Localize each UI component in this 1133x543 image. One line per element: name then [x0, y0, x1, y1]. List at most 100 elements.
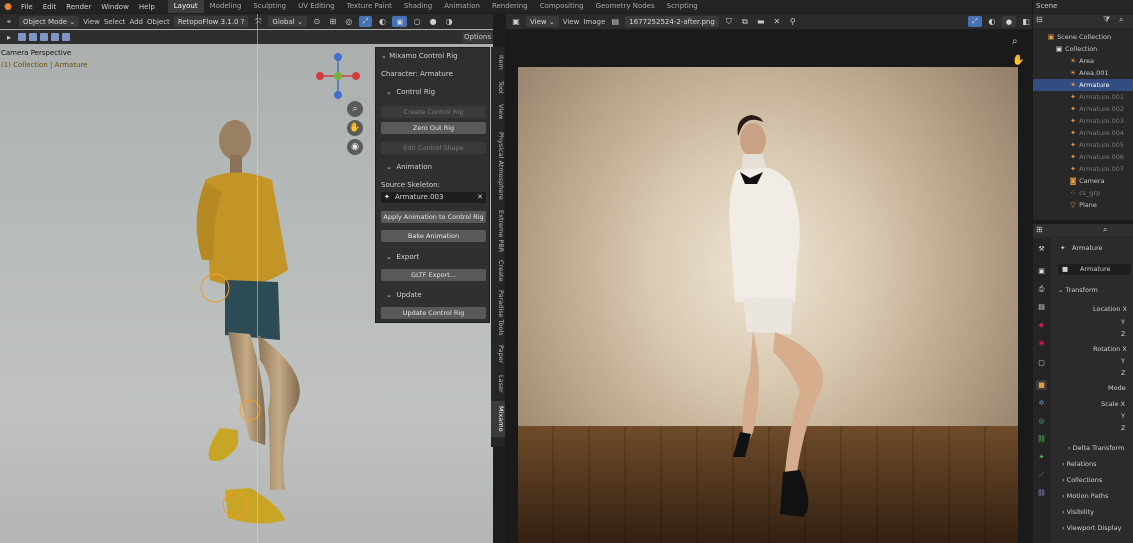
- bone-tab-icon[interactable]: ⟋: [1036, 470, 1047, 480]
- outliner-properties-divider[interactable]: [1033, 221, 1133, 224]
- snap-icon[interactable]: ⊞: [327, 16, 339, 27]
- scene-selector[interactable]: Scene: [1033, 0, 1133, 13]
- outliner-item-armature-001[interactable]: ✦ Armature.001: [1033, 91, 1133, 103]
- collection-tab-icon[interactable]: ▢: [1036, 358, 1047, 368]
- properties-search-icon[interactable]: ⌕: [1103, 225, 1107, 235]
- shading-wire-icon[interactable]: ○: [411, 16, 423, 27]
- menu-help[interactable]: Help: [134, 3, 160, 11]
- tab-view[interactable]: View: [491, 101, 505, 123]
- outliner-item-armature-002[interactable]: ✦ Armature.002: [1033, 103, 1133, 115]
- retopoflow-menu[interactable]: RetopoFlow 3.1.0 ?: [173, 16, 249, 27]
- properties-editor-icon[interactable]: ⊞: [1036, 225, 1043, 234]
- select-invert-mode-icon[interactable]: [51, 33, 59, 41]
- tab-paradise-tools[interactable]: Paradise Tools: [491, 289, 505, 337]
- render-tab-icon[interactable]: ▣: [1036, 266, 1047, 276]
- zero-out-rig-button[interactable]: Zero Out Rig: [381, 122, 486, 134]
- new-image-icon[interactable]: ⧉: [739, 16, 751, 27]
- bone-constraint-tab-icon[interactable]: ⛓: [1036, 488, 1047, 498]
- outliner-search-icon[interactable]: ⌕: [1119, 15, 1123, 25]
- collections-section[interactable]: › Collections: [1062, 476, 1102, 484]
- update-section[interactable]: ⌄ Update: [386, 291, 422, 299]
- outliner-item-camera[interactable]: ◙ Camera: [1033, 175, 1133, 187]
- create-control-rig-button[interactable]: Create Control Rig: [381, 106, 486, 118]
- bake-animation-button[interactable]: Bake Animation: [381, 230, 486, 242]
- zoom-icon[interactable]: ⌕: [347, 101, 363, 117]
- workspace-tab-layout[interactable]: Layout: [167, 0, 204, 13]
- outliner-item-armature-007[interactable]: ✦ Armature.007: [1033, 163, 1133, 175]
- delta-transform-section[interactable]: › Delta Transform: [1068, 444, 1124, 452]
- gltf-export-button[interactable]: GLTF Export...: [381, 269, 486, 281]
- tab-tool[interactable]: Tool: [491, 77, 505, 97]
- constraints-tab-icon[interactable]: ⛓: [1036, 434, 1047, 444]
- outliner-item-armature-003[interactable]: ✦ Armature.003: [1033, 115, 1133, 127]
- sidebar-toggle-icon[interactable]: ◧: [1020, 16, 1032, 27]
- tab-paper[interactable]: Paper: [491, 341, 505, 367]
- outliner-editor-icon[interactable]: ⊟: [1036, 15, 1043, 24]
- overlay-icon[interactable]: ◐: [376, 16, 388, 27]
- select-extend-mode-icon[interactable]: [29, 33, 37, 41]
- tab-laser[interactable]: Laser: [491, 371, 505, 397]
- menu-file[interactable]: File: [16, 3, 38, 11]
- outliner-item-area-001[interactable]: ☀ Area.001: [1033, 67, 1133, 79]
- display-channels-icon[interactable]: ●: [1001, 16, 1016, 27]
- image-browse-icon[interactable]: ▤: [609, 16, 621, 27]
- proportional-edit-icon[interactable]: ◎: [343, 16, 355, 27]
- world-tab-icon[interactable]: ◉: [1036, 338, 1047, 348]
- select-intersect-mode-icon[interactable]: [62, 33, 70, 41]
- show-gizmo-icon[interactable]: ⤢: [358, 16, 373, 27]
- tab-item[interactable]: Item: [491, 51, 505, 73]
- shading-solid-icon[interactable]: ●: [427, 16, 439, 27]
- workspace-tab-geometry-nodes[interactable]: Geometry Nodes: [590, 0, 661, 13]
- edit-control-shape-button[interactable]: Edit Control Shape: [381, 142, 486, 154]
- options-button[interactable]: Options: [462, 32, 493, 43]
- outliner-item-armature-006[interactable]: ✦ Armature.006: [1033, 151, 1133, 163]
- visibility-section[interactable]: › Visibility: [1062, 508, 1094, 516]
- menu-view[interactable]: View: [83, 18, 100, 26]
- object-name-field[interactable]: ■ Armature: [1058, 264, 1131, 275]
- workspace-tab-compositing[interactable]: Compositing: [534, 0, 590, 13]
- menu-select[interactable]: Select: [104, 18, 126, 26]
- select-tool-icon[interactable]: ▸: [3, 32, 15, 43]
- view-mode-dropdown[interactable]: View ⌄: [526, 16, 559, 27]
- blender-logo-icon[interactable]: ●: [0, 0, 16, 13]
- open-folder-icon[interactable]: ▬: [755, 16, 767, 27]
- image-menu-image[interactable]: Image: [583, 18, 605, 26]
- tab-extreme-pbr[interactable]: Extreme PBR: [491, 209, 505, 253]
- menu-add[interactable]: Add: [129, 18, 143, 26]
- xray-toggle-icon[interactable]: ▣: [392, 16, 408, 27]
- image-gizmo-icon[interactable]: ⤢: [968, 16, 982, 27]
- relations-section[interactable]: › Relations: [1062, 460, 1097, 468]
- workspace-tab-scripting[interactable]: Scripting: [661, 0, 704, 13]
- output-tab-icon[interactable]: ⎙: [1036, 284, 1047, 294]
- select-subtract-mode-icon[interactable]: [40, 33, 48, 41]
- menu-window[interactable]: Window: [96, 3, 134, 11]
- motion-paths-section[interactable]: › Motion Paths: [1062, 492, 1108, 500]
- editor-type-icon[interactable]: ⌖: [3, 16, 15, 27]
- animation-section[interactable]: ⌄ Animation: [386, 163, 432, 171]
- view-layer-tab-icon[interactable]: ▤: [1036, 302, 1047, 312]
- pan-hand-icon[interactable]: ✋: [347, 120, 363, 136]
- tab-physical-atmosphere[interactable]: Physical Atmosphere: [491, 127, 505, 205]
- outliner-item-area[interactable]: ☀ Area: [1033, 55, 1133, 67]
- clear-field-icon[interactable]: ✕: [477, 192, 483, 203]
- scene-tab-icon[interactable]: ◆: [1036, 320, 1047, 330]
- outliner-item-plane[interactable]: ▽ Plane: [1033, 199, 1133, 211]
- outliner-item-collection[interactable]: ▣ Collection: [1033, 43, 1133, 55]
- data-tab-icon[interactable]: ✦: [1036, 452, 1047, 462]
- image-editor-type-icon[interactable]: ▣: [510, 16, 522, 27]
- export-section[interactable]: ⌄ Export: [386, 253, 419, 261]
- transform-orientation-icon[interactable]: ⤧: [252, 16, 264, 27]
- outliner-item-scene-collection[interactable]: ▣ Scene Collection: [1033, 31, 1133, 43]
- workspace-tab-modeling[interactable]: Modeling: [204, 0, 248, 13]
- object-tab-icon[interactable]: ■: [1036, 380, 1047, 390]
- menu-render[interactable]: Render: [61, 3, 96, 11]
- outliner-item-armature-005[interactable]: ✦ Armature.005: [1033, 139, 1133, 151]
- workspace-tab-uv-editing[interactable]: UV Editing: [292, 0, 341, 13]
- outliner-item-armature-004[interactable]: ✦ Armature.004: [1033, 127, 1133, 139]
- tab-create[interactable]: Create: [491, 257, 505, 285]
- workspace-tab-rendering[interactable]: Rendering: [486, 0, 534, 13]
- workspace-tab-animation[interactable]: Animation: [438, 0, 486, 13]
- outliner-item-cs-grp[interactable]: ⁘ cs_grp: [1033, 187, 1133, 199]
- editor-divider[interactable]: [505, 14, 506, 543]
- outliner-filter-icon[interactable]: ⧩: [1103, 15, 1110, 25]
